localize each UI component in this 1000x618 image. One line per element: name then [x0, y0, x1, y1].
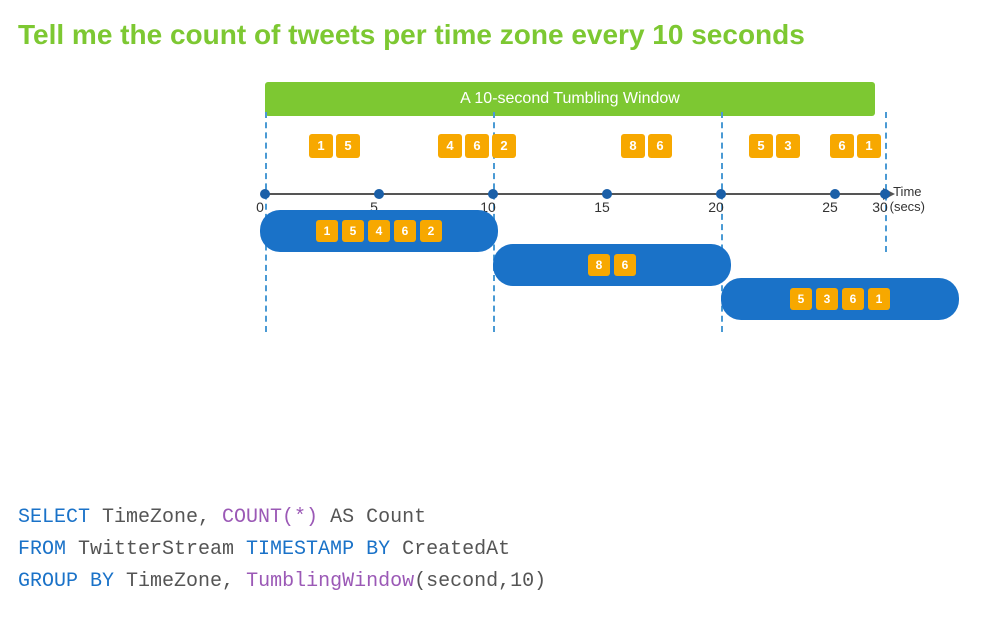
- tweet-above-1c: 4: [438, 134, 462, 158]
- tweet-in-1a: 1: [316, 220, 338, 242]
- tweet-in-1e: 2: [420, 220, 442, 242]
- tick-10: 10: [488, 189, 498, 199]
- sql-select-keyword: SELECT: [18, 506, 90, 529]
- window-bar-2: 8 6: [493, 244, 731, 286]
- tweet-in-3b: 3: [816, 288, 838, 310]
- sql-line2-end: CreatedAt: [390, 538, 510, 561]
- tweet-in-2b: 6: [614, 254, 636, 276]
- sql-line-1: SELECT TimeZone, COUNT(*) AS Count: [18, 502, 546, 534]
- tweet-above-3d: 1: [857, 134, 881, 158]
- tweet-above-2a: 8: [621, 134, 645, 158]
- tick-label-30: 30: [872, 199, 888, 215]
- tick-0: 0: [260, 189, 270, 199]
- tweet-in-3d: 1: [868, 288, 890, 310]
- sql-from-keyword: FROM: [18, 538, 66, 561]
- dashed-line-30: [885, 112, 887, 252]
- tweet-in-3a: 5: [790, 288, 812, 310]
- tweet-above-2b: 6: [648, 134, 672, 158]
- sql-tumbling-keyword: TumblingWindow: [246, 570, 414, 593]
- sql-block: SELECT TimeZone, COUNT(*) AS Count FROM …: [18, 502, 546, 598]
- tick-label-25: 25: [822, 199, 838, 215]
- tweet-above-3a: 5: [749, 134, 773, 158]
- tweet-above-1a: 1: [309, 134, 333, 158]
- timeline: Time(secs) 0 5 10 15 20 25 30 1 5: [265, 192, 925, 196]
- sql-line3-end: (second,10): [414, 570, 546, 593]
- tick-label-20: 20: [708, 199, 724, 215]
- window-bar-1: 1 5 4 6 2: [260, 210, 498, 252]
- sql-timestamp-keyword: TIMESTAMP: [246, 538, 354, 561]
- tweet-above-1e: 2: [492, 134, 516, 158]
- tweet-above-3b: 3: [776, 134, 800, 158]
- sql-by-keyword-3: BY: [78, 570, 114, 593]
- sql-by-keyword-2: BY: [354, 538, 390, 561]
- tweet-in-2a: 8: [588, 254, 610, 276]
- tweet-in-1d: 6: [394, 220, 416, 242]
- tumbling-window-label: A 10-second Tumbling Window: [265, 82, 875, 116]
- tweet-in-3c: 6: [842, 288, 864, 310]
- tweet-above-1b: 5: [336, 134, 360, 158]
- tick-25: 25: [830, 189, 840, 199]
- tick-15: 15: [602, 189, 612, 199]
- sql-line1-rest: TimeZone,: [90, 506, 222, 529]
- sql-line2-rest: TwitterStream: [66, 538, 246, 561]
- sql-group-keyword: GROUP: [18, 570, 78, 593]
- tweet-above-3c: 6: [830, 134, 854, 158]
- tick-label-0: 0: [256, 199, 264, 215]
- window-bar-3: 5 3 6 1: [721, 278, 959, 320]
- tick-30: 30: [880, 189, 890, 199]
- sql-line1-end: AS Count: [318, 506, 426, 529]
- sql-line-2: FROM TwitterStream TIMESTAMP BY CreatedA…: [18, 534, 546, 566]
- tick-5: 5: [374, 189, 384, 199]
- tick-label-15: 15: [594, 199, 610, 215]
- timeline-label: Time(secs): [890, 184, 925, 215]
- tweet-above-1d: 6: [465, 134, 489, 158]
- sql-line-3: GROUP BY TimeZone, TumblingWindow(second…: [18, 566, 546, 598]
- tweet-in-1b: 5: [342, 220, 364, 242]
- tick-20: 20: [716, 189, 726, 199]
- diagram-area: A 10-second Tumbling Window Time(secs) 0…: [0, 72, 1000, 412]
- timeline-line: [265, 193, 885, 195]
- page-title: Tell me the count of tweets per time zon…: [0, 0, 1000, 62]
- sql-count-keyword: COUNT(*): [222, 506, 318, 529]
- sql-line3-rest: TimeZone,: [114, 570, 246, 593]
- tweet-in-1c: 4: [368, 220, 390, 242]
